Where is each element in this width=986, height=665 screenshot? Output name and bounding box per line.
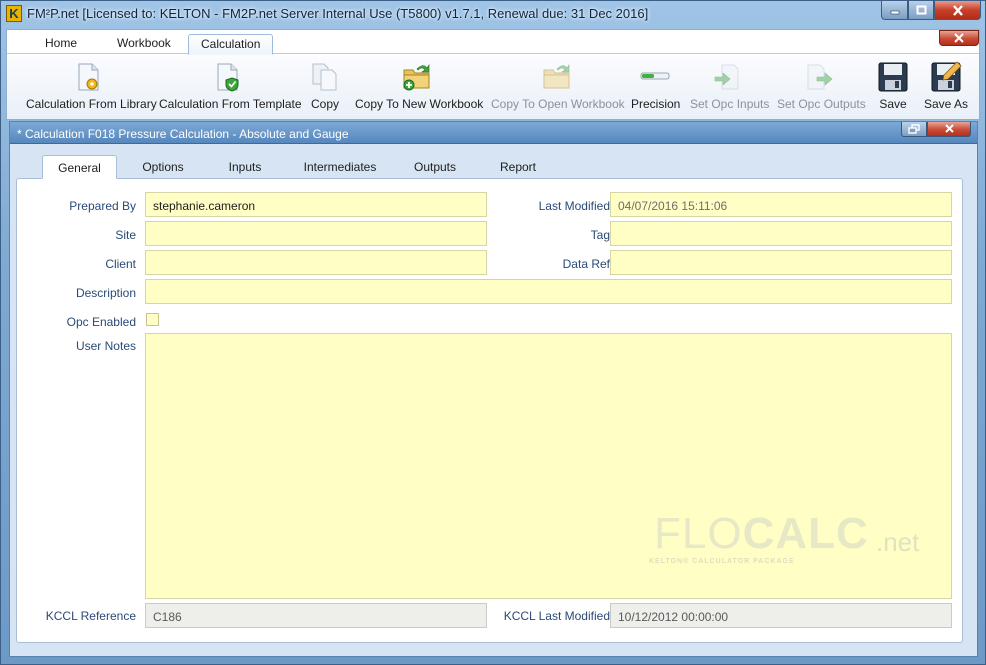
document-caption-buttons: [901, 122, 971, 137]
copy-to-open-workbook-button[interactable]: Copy To Open Workbook: [491, 57, 625, 115]
description-field[interactable]: [145, 279, 952, 304]
ribbon-toolbar: Calculation From Library Calculation Fro…: [7, 55, 979, 119]
copy-button[interactable]: Copy: [304, 57, 346, 115]
page-gear-icon: [78, 63, 99, 91]
save-as-button[interactable]: Save As: [922, 57, 970, 115]
page-check-icon: [217, 63, 239, 92]
tab-outputs[interactable]: Outputs: [400, 155, 470, 179]
folder-add-icon: [403, 64, 430, 91]
close-icon: [944, 124, 954, 133]
window-caption-buttons: [881, 1, 981, 20]
set-opc-inputs-button[interactable]: Set Opc Inputs: [690, 57, 770, 115]
tab-inputs[interactable]: Inputs: [215, 155, 275, 179]
kccl-last-modified-field: 10/12/2012 00:00:00: [610, 603, 952, 628]
watermark-subtitle: KELTON® CALCULATOR PACKAGE: [649, 558, 795, 565]
window-title: FM²P.net [Licensed to: KELTON - FM2P.net…: [27, 6, 649, 21]
ribbon-tab-workbook[interactable]: Workbook: [105, 34, 183, 55]
description-label: Description: [75, 286, 136, 300]
close-icon: [952, 4, 963, 16]
tool-label: Copy To Open Workbook: [491, 97, 625, 111]
opc-enabled-checkbox[interactable]: [146, 313, 159, 326]
minimize-icon: [890, 10, 899, 15]
document-restore-button[interactable]: [901, 122, 927, 137]
general-tab-panel: Prepared By stephanie.cameron Site Clien…: [16, 178, 963, 643]
precision-bar-icon: [640, 72, 670, 80]
site-label: Site: [115, 228, 136, 242]
prepared-by-field[interactable]: stephanie.cameron: [145, 192, 487, 217]
ribbon-close-button[interactable]: [939, 30, 979, 46]
user-notes-label: User Notes: [75, 339, 136, 353]
kccl-reference-field: C186: [145, 603, 487, 628]
copy-to-new-workbook-button[interactable]: Copy To New Workbook: [355, 57, 484, 115]
last-modified-label: Last Modified: [538, 199, 610, 213]
document-title: * Calculation F018 Pressure Calculation …: [17, 127, 349, 141]
client-label: Client: [105, 257, 136, 271]
flocalc-watermark-logo: FLOCALC .net KELTON® CALCULATOR PACKAGE: [646, 509, 936, 579]
prepared-by-label: Prepared By: [69, 199, 136, 213]
precision-button[interactable]: Precision: [631, 57, 681, 115]
copy-icon: [312, 63, 337, 91]
save-button[interactable]: Save: [873, 57, 913, 115]
tool-label: Calculation From Template: [159, 97, 302, 111]
maximize-button[interactable]: [908, 1, 934, 20]
watermark-wordmark: FLOCALC: [654, 509, 869, 559]
opc-outputs-icon: [807, 64, 833, 90]
kccl-reference-label: KCCL Reference: [45, 609, 136, 623]
ribbon-tab-calculation[interactable]: Calculation: [188, 34, 274, 55]
tab-report[interactable]: Report: [488, 155, 548, 179]
document-title-bar[interactable]: * Calculation F018 Pressure Calculation …: [10, 122, 977, 144]
opc-inputs-icon: [714, 64, 739, 90]
watermark-calc: CALC: [742, 509, 869, 558]
close-icon: [954, 33, 964, 43]
data-ref-field[interactable]: [610, 250, 952, 275]
close-button[interactable]: [934, 1, 981, 20]
tool-label: Save: [879, 97, 907, 111]
user-notes-field[interactable]: FLOCALC .net KELTON® CALCULATOR PACKAGE: [145, 333, 952, 599]
tool-label: Copy To New Workbook: [355, 97, 484, 111]
floppy-disk-pencil-icon: [931, 61, 962, 92]
folder-arrow-icon: [543, 64, 570, 89]
calculation-document-window: * Calculation F018 Pressure Calculation …: [9, 121, 978, 657]
watermark-net: .net: [876, 527, 920, 557]
restore-icon: [908, 124, 920, 134]
last-modified-field: 04/07/2016 15:11:06: [610, 192, 952, 217]
app-logo-icon: K: [6, 5, 22, 22]
tag-label: Tag: [590, 228, 610, 242]
tab-options[interactable]: Options: [131, 155, 195, 179]
tab-intermediates[interactable]: Intermediates: [291, 155, 389, 179]
set-opc-outputs-button[interactable]: Set Opc Outputs: [777, 57, 866, 115]
floppy-disk-icon: [878, 62, 908, 92]
calculation-from-library-button[interactable]: Calculation From Library: [26, 57, 157, 115]
ribbon-tab-strip: Home Workbook Calculation: [7, 30, 979, 55]
kccl-last-modified-label: KCCL Last Modified: [503, 609, 610, 623]
opc-enabled-label: Opc Enabled: [66, 315, 136, 329]
tool-label: Precision: [631, 97, 681, 111]
ribbon-tab-home[interactable]: Home: [33, 34, 89, 55]
document-close-button[interactable]: [927, 122, 971, 137]
client-field[interactable]: [145, 250, 487, 275]
tab-general[interactable]: General: [42, 155, 117, 179]
title-bar[interactable]: K FM²P.net [Licensed to: KELTON - FM2P.n…: [1, 1, 985, 27]
tool-label: Set Opc Inputs: [690, 97, 770, 111]
ribbon: Home Workbook Calculation Calculation Fr…: [6, 29, 980, 120]
tool-label: Calculation From Library: [26, 97, 157, 111]
site-field[interactable]: [145, 221, 487, 246]
maximize-icon: [916, 5, 926, 15]
tool-label: Save As: [923, 97, 969, 111]
tag-field[interactable]: [610, 221, 952, 246]
data-ref-label: Data Ref: [562, 257, 610, 271]
minimize-button[interactable]: [881, 1, 908, 20]
watermark-flo: FLO: [654, 509, 743, 558]
tool-label: Set Opc Outputs: [777, 97, 866, 111]
calculation-from-template-button[interactable]: Calculation From Template: [159, 57, 302, 115]
app-window: K FM²P.net [Licensed to: KELTON - FM2P.n…: [0, 0, 986, 665]
tool-label: Copy: [310, 97, 339, 111]
